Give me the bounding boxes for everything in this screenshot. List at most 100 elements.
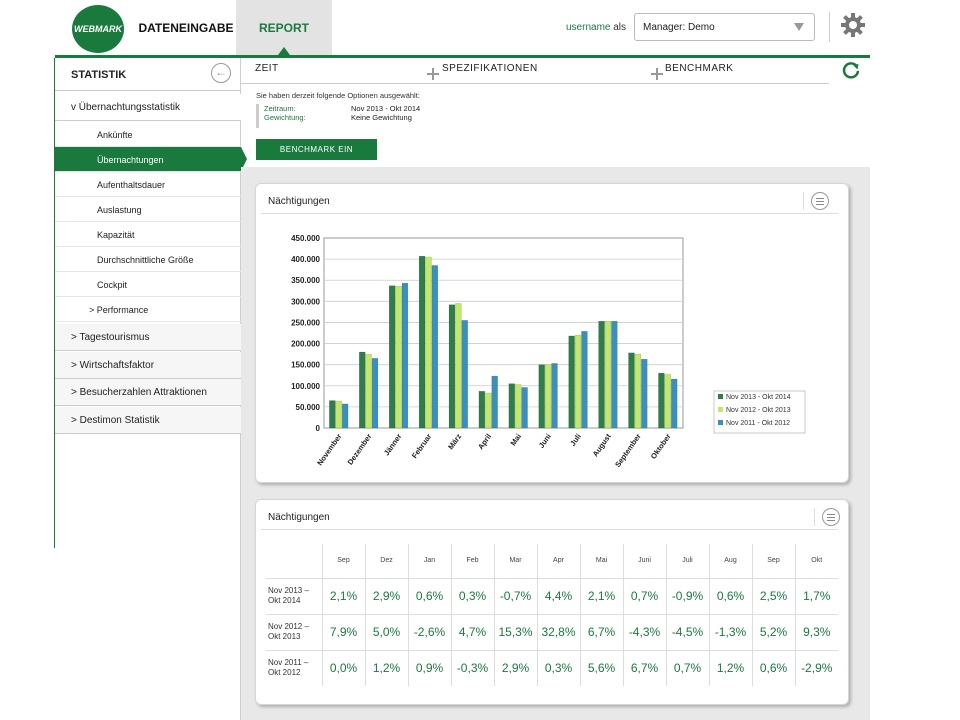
table-panel: Nächtigungen Sep Dez Jan Feb Mar Apr Mai… <box>255 499 849 705</box>
sidebar-section-wirtschaftsfaktor[interactable]: > Wirtschaftsfaktor <box>55 352 241 379</box>
x-tick-label: Februar <box>410 432 433 460</box>
table-cell: -2,6% <box>407 613 451 650</box>
sidebar-item-auslastung[interactable]: Auslastung <box>55 197 241 222</box>
legend-label: Nov 2012 - Okt 2013 <box>726 407 791 414</box>
table-cell: 0,7% <box>665 649 709 686</box>
filter-tab-benchmark[interactable]: BENCHMARK <box>665 63 733 74</box>
plus-icon[interactable] <box>427 68 439 80</box>
y-tick-label: 100.000 <box>291 382 320 391</box>
bar <box>455 303 462 429</box>
table-cell: 2,9% <box>493 649 537 686</box>
benchmark-button[interactable]: BENCHMARK EIN <box>256 139 377 160</box>
refresh-icon[interactable] <box>841 60 861 80</box>
webmark-logo[interactable]: WEBMARK <box>72 5 124 53</box>
sidebar-section-tagestourismus[interactable]: > Tagestourismus <box>55 324 241 351</box>
table-cell: 0,7% <box>622 577 666 614</box>
bar <box>521 387 528 429</box>
sidebar-item-kapazitaet[interactable]: Kapazität <box>55 222 241 247</box>
gewichtung-value: Keine Gewichtung <box>351 113 412 122</box>
filter-bar: ZEIT SPEZIFIKATIONEN BENCHMARK <box>241 58 829 84</box>
table-cell: -0,3% <box>450 649 494 686</box>
bar <box>604 320 612 429</box>
sidebar-item-aufenthaltsdauer[interactable]: Aufenthaltsdauer <box>55 172 241 197</box>
sidebar-section-uebernachtungsstatistik[interactable]: v Übernachtungsstatistik <box>55 94 241 121</box>
options-info: Sie haben derzeit folgende Optionen ausg… <box>256 91 420 100</box>
y-tick-label: 400.000 <box>291 255 320 264</box>
table-cell: 0,0% <box>321 649 365 686</box>
bar <box>611 320 618 429</box>
x-tick-label: Dezember <box>346 432 374 467</box>
table-cell: 4,4% <box>536 577 580 614</box>
chevron-down-icon <box>794 23 804 31</box>
row-label-line2: Okt 2013 <box>268 632 301 641</box>
bar <box>431 265 439 429</box>
column-header: Jan <box>407 544 451 578</box>
gear-icon[interactable] <box>840 12 866 38</box>
plus-icon[interactable] <box>651 68 663 80</box>
column-header: Sep <box>321 544 365 578</box>
nav-report[interactable]: REPORT <box>236 0 332 55</box>
sidebar-item-cockpit[interactable]: Cockpit <box>55 272 241 297</box>
table-cell: -4,5% <box>665 613 709 650</box>
column-header: Juli <box>665 544 709 578</box>
x-tick-label: Juli <box>568 432 583 448</box>
bar <box>508 383 515 429</box>
x-tick-label: Juni <box>537 432 553 450</box>
table-cell: 7,9% <box>321 613 365 650</box>
sidebar-item-uebernachtungen[interactable]: Übernachtungen <box>55 147 247 172</box>
bar <box>664 374 671 429</box>
table-cell: 2,1% <box>321 577 365 614</box>
row-label-line2: Okt 2012 <box>268 668 301 678</box>
bar <box>478 391 486 429</box>
y-tick-label: 0 <box>316 424 321 433</box>
y-tick-label: 200.000 <box>291 340 320 349</box>
manager-select-value: Manager: Demo <box>643 22 715 33</box>
back-arrow-icon[interactable]: ← <box>211 63 231 83</box>
bar <box>359 351 366 429</box>
bar <box>634 353 642 429</box>
table-cell: 0,6% <box>751 649 795 686</box>
table-header-row: Sep Dez Jan Feb Mar Apr Mai Juni Juli Au… <box>266 544 838 578</box>
table-cell: 0,9% <box>407 649 451 686</box>
table-cell: 0,3% <box>450 577 494 614</box>
nav-dateneingabe[interactable]: DATENEINGABE <box>138 0 233 55</box>
bar <box>341 403 349 429</box>
bar <box>598 320 605 429</box>
bar <box>641 358 648 429</box>
header-divider <box>829 12 830 42</box>
panel-divider <box>814 508 815 526</box>
chart-panel: Nächtigungen 0 50.000 100.000 150.000 200.00… <box>255 183 849 483</box>
bar <box>658 372 665 429</box>
table-cell: -4,3% <box>622 613 666 650</box>
table-cell: -1,3% <box>708 613 752 650</box>
row-label-line2: Okt 2014 <box>268 596 301 605</box>
page: WEBMARK DATENEINGABE REPORT username als… <box>0 0 960 720</box>
menu-icon[interactable] <box>822 508 840 526</box>
x-tick-label: Jänner <box>382 432 404 457</box>
sidebar-section-destimon[interactable]: > Destimon Statistik <box>55 407 241 434</box>
data-table: Sep Dez Jan Feb Mar Apr Mai Juni Juli Au… <box>266 544 838 686</box>
filter-tab-zeit[interactable]: ZEIT <box>255 63 279 74</box>
sidebar-section-besucherzahlen[interactable]: > Besucherzahlen Attraktionen <box>55 379 241 406</box>
sidebar-item-durchschnittliche-groesse[interactable]: Durchschnittliche Größe <box>55 247 241 272</box>
table-cell: 5,6% <box>579 649 623 686</box>
table-cell: 6,7% <box>622 649 666 686</box>
row-label-line1: Nov 2012 – <box>268 622 309 631</box>
bar <box>568 335 575 429</box>
table-cell: 5,0% <box>364 613 408 650</box>
sidebar-item-performance[interactable]: > Performance <box>55 297 241 322</box>
column-header: Aug <box>708 544 752 578</box>
x-tick-label: April <box>476 432 493 451</box>
legend-swatch <box>718 407 723 412</box>
row-label-line1: Nov 2013 – <box>268 586 309 595</box>
menu-icon[interactable] <box>811 192 829 210</box>
bar <box>371 358 379 429</box>
manager-select[interactable]: Manager: Demo <box>634 13 815 41</box>
x-tick-label: November <box>315 432 343 467</box>
column-header: Juni <box>622 544 666 578</box>
options-summary: Zeitraum: Nov 2013 - Okt 2014 Gewichtung… <box>256 104 456 128</box>
y-tick-label: 250.000 <box>291 318 320 327</box>
sidebar-item-ankuenfte[interactable]: Ankünfte <box>55 122 241 147</box>
filter-tab-spezifikationen[interactable]: SPEZIFIKATIONEN <box>442 63 538 74</box>
bar <box>574 334 582 429</box>
